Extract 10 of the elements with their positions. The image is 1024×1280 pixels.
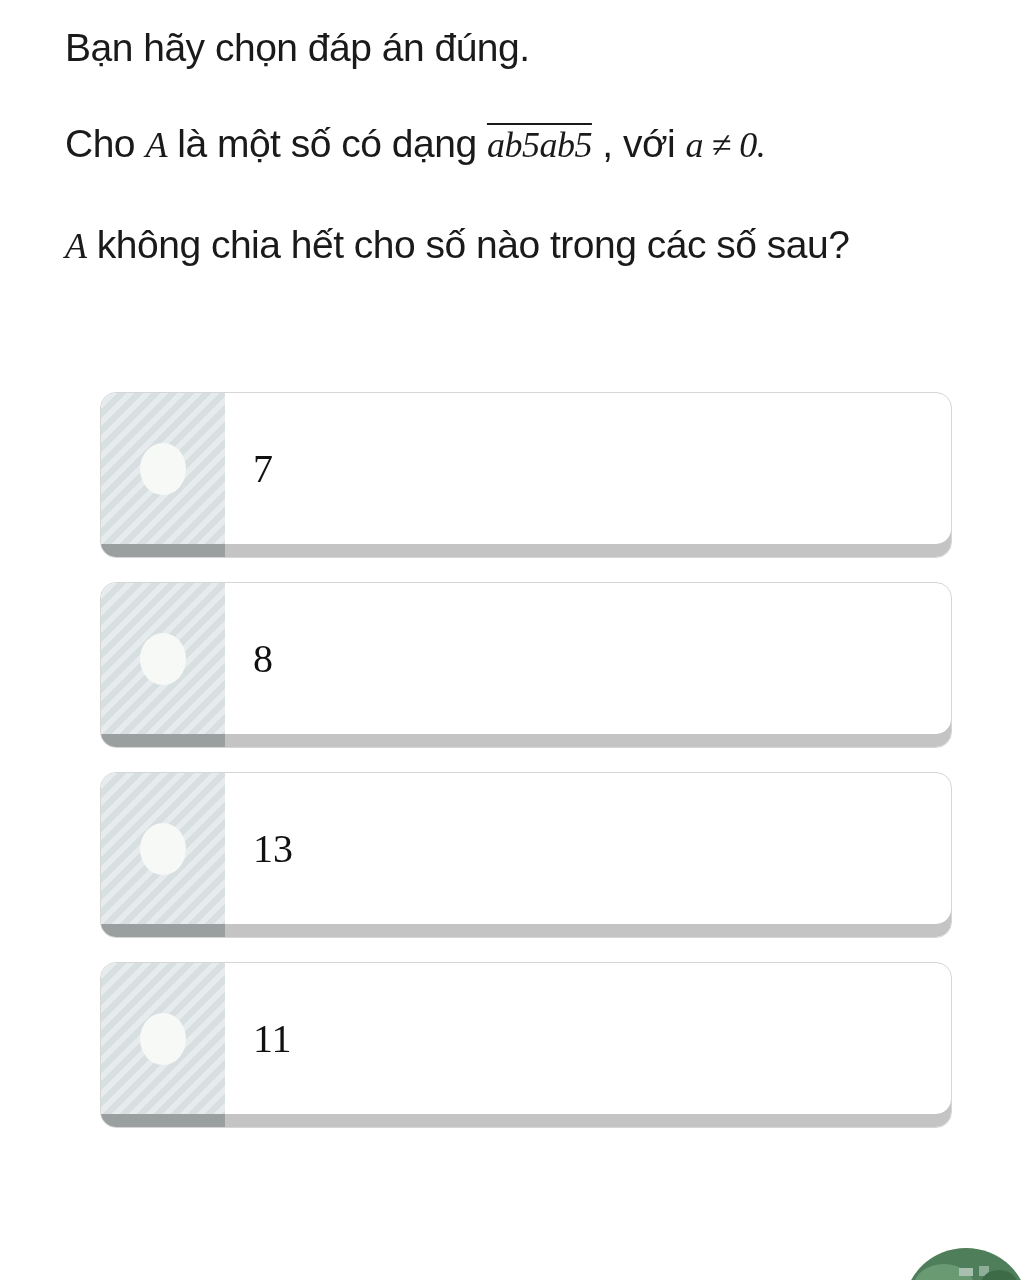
radio-dot-icon bbox=[140, 442, 186, 495]
answer-option[interactable]: 8 bbox=[100, 582, 952, 748]
radio-dot-icon bbox=[140, 1012, 186, 1065]
question-text: Cho A là một số có dạng ab5ab5 , với a ≠ 0. A không chia hết cho số nào trong các số sau? bbox=[65, 121, 851, 268]
radio-dot-icon bbox=[140, 822, 186, 875]
answer-option[interactable]: 13 bbox=[100, 772, 952, 938]
instruction-text: Bạn hãy chọn đáp án đúng. bbox=[65, 25, 531, 71]
answer-option[interactable]: 7 bbox=[100, 392, 952, 558]
answer-option[interactable]: 11 bbox=[100, 962, 952, 1128]
radio-dot-icon bbox=[140, 632, 186, 685]
